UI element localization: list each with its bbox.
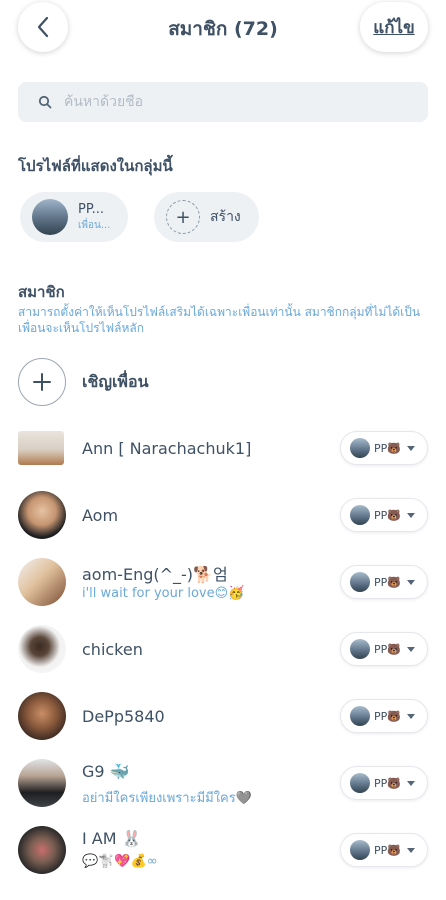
avatar bbox=[18, 431, 64, 465]
badge-label: PP🐻 bbox=[374, 575, 401, 589]
profile-select[interactable]: PP🐻 bbox=[340, 766, 428, 800]
profile-select[interactable]: PP🐻 bbox=[340, 833, 428, 867]
avatar bbox=[18, 491, 66, 539]
caret-down-icon bbox=[406, 646, 415, 652]
member-name: chicken bbox=[82, 640, 143, 659]
badge-label: PP🐻 bbox=[374, 843, 401, 857]
invite-label: เชิญเพื่อน bbox=[82, 371, 149, 391]
search-bar[interactable] bbox=[18, 82, 428, 122]
member-status: i'll wait for your love😊🥳 bbox=[82, 586, 245, 601]
badge-label: PP🐻 bbox=[374, 776, 401, 790]
member-name: Aom bbox=[82, 506, 119, 525]
profile-avatar bbox=[32, 199, 68, 235]
profile-sub: เพื่อน... bbox=[78, 219, 111, 231]
badge-label: PP🐻 bbox=[374, 441, 401, 455]
search-icon bbox=[38, 95, 52, 109]
plus-glyph bbox=[33, 373, 51, 391]
member-row[interactable]: chicken PP🐻 bbox=[0, 619, 446, 679]
badge-label: PP🐻 bbox=[374, 508, 401, 522]
caret-down-icon bbox=[406, 847, 415, 853]
members-note: สามารถตั้งค่าให้เห็นโปรไฟล์เสริมได้เฉพาะ… bbox=[18, 305, 421, 335]
caret-down-icon bbox=[406, 713, 415, 719]
avatar bbox=[18, 826, 66, 874]
avatar bbox=[18, 625, 66, 673]
member-row[interactable]: Ann [ Narachachuk1] PP🐻 bbox=[0, 418, 446, 478]
profile-select[interactable]: PP🐻 bbox=[340, 632, 428, 666]
badge-label: PP🐻 bbox=[374, 642, 401, 656]
member-name: DePp5840 bbox=[82, 707, 165, 726]
profile-select[interactable]: PP🐻 bbox=[340, 699, 428, 733]
member-name: Ann [ Narachachuk1] bbox=[82, 439, 252, 458]
profile-chip[interactable]: PP... เพื่อน... bbox=[20, 192, 128, 242]
member-row[interactable]: I AM 🐰 💬🐩💖💰∞ PP🐻 bbox=[0, 820, 446, 880]
badge-avatar bbox=[350, 840, 370, 860]
badge-avatar bbox=[350, 773, 370, 793]
plus-icon: + bbox=[166, 200, 200, 234]
plus-icon bbox=[18, 358, 66, 406]
header: สมาชิก (72) แก้ไข bbox=[0, 0, 446, 56]
profiles-section-title: โปรไฟล์ที่แสดงในกลุ่มนี้ bbox=[18, 157, 173, 175]
profile-select[interactable]: PP🐻 bbox=[340, 498, 428, 532]
caret-down-icon bbox=[406, 780, 415, 786]
members-section-title: สมาชิก bbox=[18, 283, 65, 301]
badge-avatar bbox=[350, 505, 370, 525]
avatar bbox=[18, 692, 66, 740]
profile-select[interactable]: PP🐻 bbox=[340, 431, 428, 465]
search-input[interactable] bbox=[64, 94, 404, 110]
member-name: I AM 🐰 bbox=[82, 829, 142, 848]
badge-avatar bbox=[350, 438, 370, 458]
caret-down-icon bbox=[406, 445, 415, 451]
create-label: สร้าง bbox=[210, 209, 241, 225]
caret-down-icon bbox=[406, 512, 415, 518]
profile-select[interactable]: PP🐻 bbox=[340, 565, 428, 599]
create-profile-button[interactable]: + สร้าง bbox=[154, 192, 259, 242]
badge-avatar bbox=[350, 706, 370, 726]
member-status: 💬🐩💖💰∞ bbox=[82, 854, 158, 869]
profile-name: PP... bbox=[78, 201, 105, 217]
member-row[interactable]: Aom PP🐻 bbox=[0, 485, 446, 545]
member-row[interactable]: DePp5840 PP🐻 bbox=[0, 686, 446, 746]
member-name: aom-Eng(^_-)🐕엄 bbox=[82, 565, 228, 584]
caret-down-icon bbox=[406, 579, 415, 585]
invite-friends-button[interactable]: เชิญเพื่อน bbox=[18, 358, 149, 406]
avatar bbox=[18, 759, 66, 807]
member-name: G9 🐳 bbox=[82, 762, 130, 781]
member-row[interactable]: G9 🐳 อย่ามีใครเพียงเพราะมีมีใคร🩶 PP🐻 bbox=[0, 753, 446, 813]
edit-button[interactable]: แก้ไข bbox=[360, 2, 428, 52]
badge-label: PP🐻 bbox=[374, 709, 401, 723]
badge-avatar bbox=[350, 572, 370, 592]
avatar bbox=[18, 558, 66, 606]
member-status: อย่ามีใครเพียงเพราะมีมีใคร🩶 bbox=[82, 791, 252, 806]
badge-avatar bbox=[350, 639, 370, 659]
member-row[interactable]: aom-Eng(^_-)🐕엄 i'll wait for your love😊🥳… bbox=[0, 552, 446, 612]
